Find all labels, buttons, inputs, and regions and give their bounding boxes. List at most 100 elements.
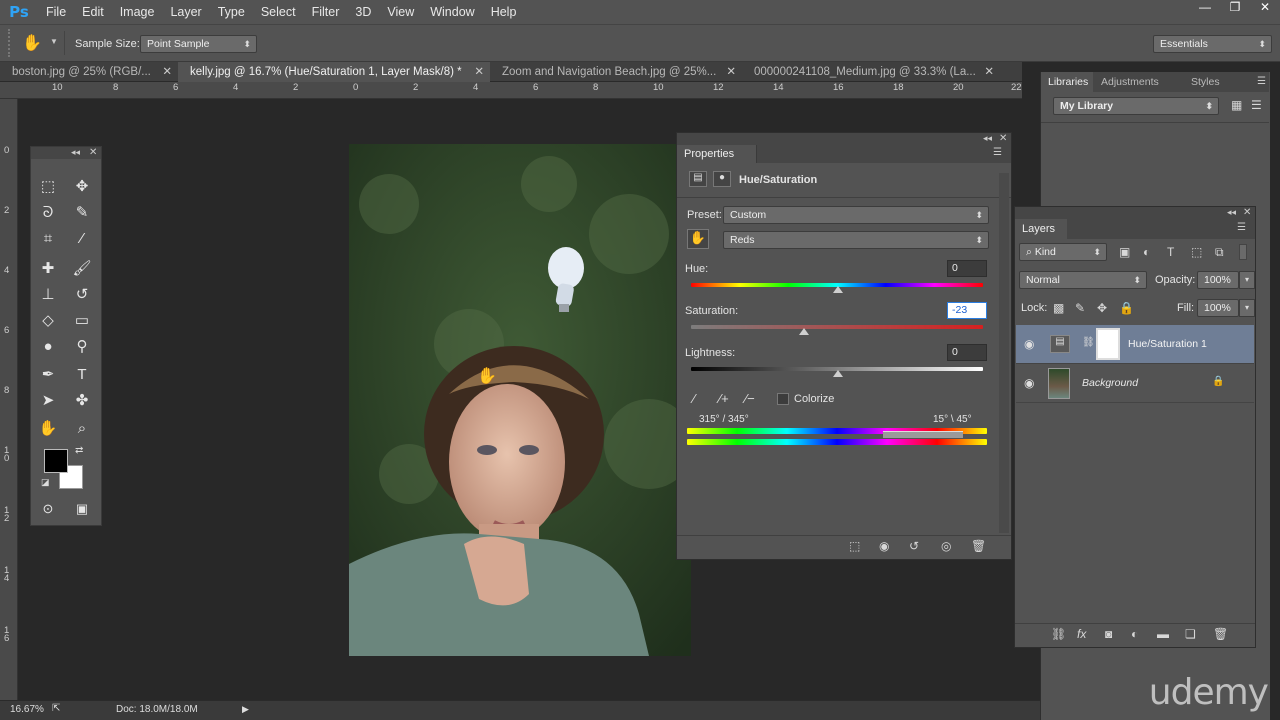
gradient-tool-icon[interactable]: ▭ (71, 311, 93, 331)
tab-zoom-beach[interactable]: Zoom and Navigation Beach.jpg @ 25%... ✕ (490, 62, 742, 82)
tab-medium[interactable]: 000000241108_Medium.jpg @ 33.3% (La... ✕ (742, 62, 1000, 82)
layer-name[interactable]: Hue/Saturation 1 (1128, 338, 1207, 350)
zoom-level[interactable]: 16.67% (10, 704, 44, 715)
menu-type[interactable]: Type (210, 0, 253, 24)
type-tool-icon[interactable]: T (71, 365, 93, 385)
quick-select-tool-icon[interactable]: ✎ (71, 203, 93, 223)
hand-icon[interactable]: ✋ (22, 33, 42, 53)
sample-size-select[interactable]: Point Sample ⬍ (140, 35, 257, 53)
visibility-eye-icon[interactable]: ◎ (941, 539, 951, 553)
link-icon[interactable]: ⛓ (1082, 337, 1095, 348)
add-mask-icon[interactable]: ◙ (1105, 627, 1112, 641)
marquee-tool-icon[interactable]: ⬚ (37, 177, 59, 197)
close-icon[interactable]: ✕ (984, 62, 994, 82)
colorize-checkbox[interactable] (777, 393, 789, 405)
workspace-select[interactable]: Essentials ⬍ (1153, 35, 1272, 53)
lock-position-icon[interactable]: ✥ (1097, 301, 1107, 315)
brush-tool-icon[interactable]: 🖌 (71, 259, 93, 279)
channel-select[interactable]: Reds ⬍ (723, 231, 989, 249)
lock-transparent-icon[interactable]: ▩ (1053, 301, 1064, 315)
eyedropper-icon[interactable]: ⁄ (693, 391, 695, 406)
quick-mask-icon[interactable]: ⊙ (37, 499, 59, 519)
menu-view[interactable]: View (379, 0, 422, 24)
healing-brush-tool-icon[interactable]: ✚ (37, 259, 59, 279)
layer-filter-select[interactable]: ⌕ Kind ⬍ (1019, 243, 1107, 261)
layer-mask-thumbnail[interactable] (1096, 328, 1120, 360)
layer-row-background[interactable]: ◉ Background 🔒 (1016, 364, 1254, 403)
close-icon[interactable]: ✕ (474, 62, 484, 82)
new-layer-icon[interactable]: ❏ (1185, 627, 1196, 641)
lock-image-icon[interactable]: ✎ (1075, 301, 1085, 315)
tab-adjustments[interactable]: Adjustments (1101, 76, 1159, 88)
pen-tool-icon[interactable]: ✒ (37, 365, 59, 385)
menu-file[interactable]: File (38, 0, 74, 24)
document-canvas[interactable]: ✋ (349, 144, 691, 656)
color-range-selector[interactable] (883, 431, 963, 438)
layer-row-hue-saturation[interactable]: ◉ ▤ ⛓ Hue/Saturation 1 (1016, 325, 1254, 364)
clone-stamp-tool-icon[interactable]: ⊥ (37, 285, 59, 305)
fill-input[interactable]: 100% (1197, 299, 1239, 317)
grid-view-icon[interactable]: ▦ (1231, 98, 1242, 112)
adjustment-icon[interactable]: ▤ (689, 171, 707, 187)
status-menu-arrow-icon[interactable]: ▶ (242, 704, 249, 715)
menu-window[interactable]: Window (422, 0, 482, 24)
saturation-input[interactable]: -23 (947, 302, 987, 319)
properties-tab[interactable]: Properties (677, 145, 757, 163)
targeted-adjustment-hand-icon[interactable]: ✋ (687, 229, 709, 249)
tab-kelly[interactable]: kelly.jpg @ 16.7% (Hue/Saturation 1, Lay… (178, 62, 490, 82)
blur-tool-icon[interactable]: ● (37, 337, 59, 357)
new-group-icon[interactable]: ▬ (1157, 627, 1169, 641)
hue-input[interactable]: 0 (947, 260, 987, 277)
minimize-button[interactable]: — (1190, 0, 1220, 18)
mask-icon[interactable]: ● (713, 171, 731, 187)
filter-type-icon[interactable]: T (1167, 245, 1174, 259)
close-icon[interactable]: ✕ (1243, 207, 1251, 218)
eraser-tool-icon[interactable]: ◇ (37, 311, 59, 331)
menu-help[interactable]: Help (483, 0, 525, 24)
dodge-tool-icon[interactable]: ⚲ (71, 337, 93, 357)
eyedropper-tool-icon[interactable]: ⁄ (71, 229, 93, 249)
path-select-tool-icon[interactable]: ➤ (37, 391, 59, 411)
properties-header-bar[interactable] (677, 133, 1011, 145)
swap-colors-icon[interactable]: ⇄ (75, 445, 83, 456)
filter-shape-icon[interactable]: ⬚ (1191, 245, 1202, 259)
collapse-icon[interactable]: ◂◂ (983, 133, 992, 144)
tab-libraries[interactable]: Libraries (1041, 72, 1093, 92)
menu-layer[interactable]: Layer (162, 0, 209, 24)
restore-button[interactable]: ❐ (1220, 0, 1250, 18)
history-brush-tool-icon[interactable]: ↺ (71, 285, 93, 305)
new-adjustment-icon[interactable]: ◐ (1131, 627, 1138, 641)
library-select[interactable]: My Library ⬍ (1053, 97, 1219, 115)
close-icon[interactable]: ✕ (162, 62, 172, 82)
blend-mode-select[interactable]: Normal ⬍ (1019, 271, 1147, 289)
lasso-tool-icon[interactable]: ᘐ (37, 203, 59, 223)
panel-menu-icon[interactable]: ☰ (1257, 76, 1266, 87)
close-icon[interactable]: ✕ (89, 147, 97, 158)
clip-to-layer-icon[interactable]: ⬚ (849, 539, 860, 553)
export-icon[interactable]: ⇱ (52, 703, 60, 714)
link-layers-icon[interactable]: ⛓ (1051, 627, 1066, 641)
collapse-icon[interactable]: ◂◂ (71, 147, 80, 158)
close-icon[interactable]: ✕ (999, 133, 1007, 144)
filter-smart-object-icon[interactable]: ⧉ (1215, 245, 1224, 260)
close-icon[interactable]: ✕ (726, 62, 736, 82)
saturation-slider-track[interactable] (691, 325, 983, 329)
close-window-button[interactable]: ✕ (1250, 0, 1280, 18)
menu-filter[interactable]: Filter (304, 0, 348, 24)
filter-toggle[interactable] (1239, 244, 1247, 260)
collapse-icon[interactable]: ◂◂ (1227, 207, 1236, 218)
tab-layers[interactable]: Layers (1015, 219, 1067, 239)
filter-adjustment-icon[interactable]: ◐ (1143, 245, 1150, 259)
layer-name[interactable]: Background (1082, 377, 1138, 389)
tab-styles[interactable]: Styles (1191, 76, 1220, 88)
preset-select[interactable]: Custom ⬍ (723, 206, 989, 224)
foreground-color-swatch[interactable] (44, 449, 68, 473)
eyedropper-minus-icon[interactable]: ⁄− (745, 391, 755, 406)
tool-preset-chevron-icon[interactable]: ▼ (50, 37, 58, 46)
hand-tool-icon[interactable]: ✋ (37, 419, 59, 439)
zoom-tool-icon[interactable]: ⌕ (71, 419, 93, 439)
view-previous-state-icon[interactable]: ◉ (879, 539, 889, 553)
list-view-icon[interactable]: ☰ (1251, 98, 1262, 112)
menu-select[interactable]: Select (253, 0, 304, 24)
menu-image[interactable]: Image (112, 0, 163, 24)
